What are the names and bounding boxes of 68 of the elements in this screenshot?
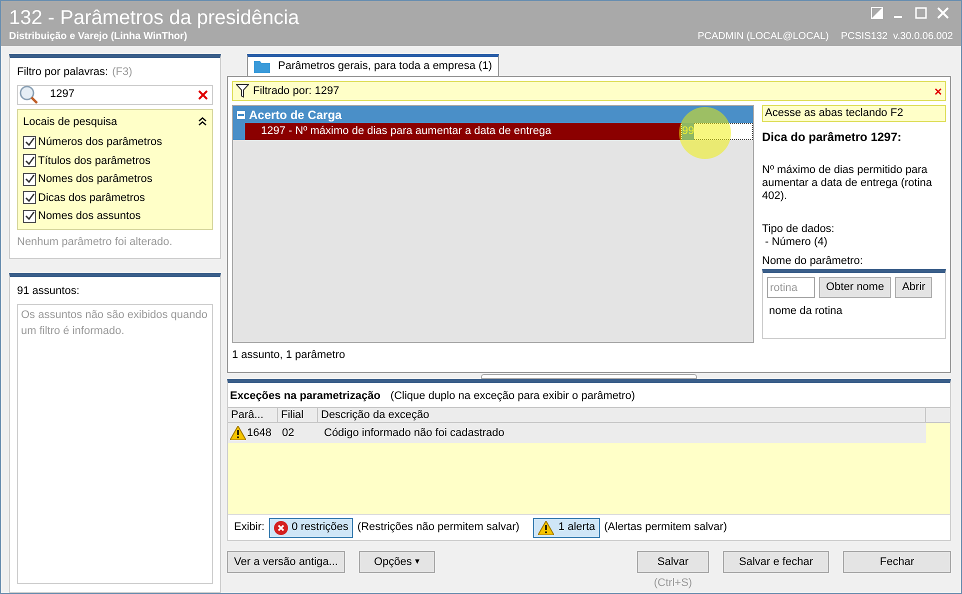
warning-icon <box>230 426 246 440</box>
filter-text: Filtrado por: 1297 <box>253 84 340 99</box>
checkbox[interactable] <box>23 191 36 204</box>
checkbox-label: Nomes dos assuntos <box>38 209 141 224</box>
tip-title: Dica do parâmetro 1297: <box>762 129 902 146</box>
close-filter-button[interactable]: × <box>934 84 942 98</box>
routine-name: nome da rotina <box>768 304 844 319</box>
type-value: - Número (4) <box>764 236 828 249</box>
search-icon <box>18 84 40 104</box>
table-cell-text: Código informado não foi cadastrado <box>323 426 504 441</box>
subjects-title: 91 assuntos: <box>17 284 80 299</box>
funnel-icon <box>236 84 249 98</box>
checkbox-label: Dicas dos parâmetros <box>38 190 145 206</box>
checkbox[interactable] <box>23 154 36 168</box>
column-header[interactable]: Parâ... <box>228 408 278 422</box>
exceptions-title: Exceções na parametrização <box>230 389 380 404</box>
window-subtitle: Distribuição e Varejo (Linha WinThor) <box>9 31 188 43</box>
action-button[interactable]: Salvar <box>637 551 709 573</box>
exception-filter-button[interactable]: 0 restrições <box>268 518 354 538</box>
tip-description: Nº máximo de dias permitido para aumentar a data de entrega (rotina 402). <box>762 164 934 203</box>
search-value: 1297 <box>50 87 76 102</box>
filter-note: (Alertas permitem salvar) <box>604 520 727 536</box>
parameter-row[interactable]: 1297 - Nº máximo de dias para aumentar a data de entrega <box>245 123 681 140</box>
clear-icon[interactable] <box>198 90 208 100</box>
search-field[interactable]: 1297 <box>17 84 213 104</box>
exception-row[interactable]: 1648 02 Código informado não foi cadastrado <box>228 423 926 443</box>
search-locations-title: Locais de pesquisa <box>23 114 118 130</box>
version-label: PCSIS132 v.30.0.06.002 <box>840 31 953 43</box>
column-header[interactable]: Descrição da exceção <box>318 408 926 422</box>
type-label: Tipo de dados: <box>762 223 836 236</box>
checkbox[interactable] <box>23 136 36 149</box>
action-button[interactable]: Fechar <box>843 551 951 573</box>
warning-icon <box>538 520 554 534</box>
window-title: 132 - Parâmetros da presidência <box>9 6 300 31</box>
options-button[interactable]: Opções ▾ <box>358 551 435 573</box>
cursor-highlight <box>679 107 731 159</box>
old-version-button[interactable]: Ver a versão antiga... <box>227 551 345 573</box>
routine-button[interactable]: Abrir <box>895 277 932 298</box>
tab[interactable]: Parâmetros gerais, para toda a empresa (1) <box>247 54 499 76</box>
checkbox[interactable] <box>23 172 36 186</box>
checkbox-label: Títulos dos parâmetros <box>38 154 150 168</box>
table-cell-text: 1648 <box>247 426 272 441</box>
collapse-icon[interactable] <box>198 117 207 126</box>
changes-note: Nenhum parâmetro foi alterado. <box>17 234 174 250</box>
column-header[interactable]: Filial <box>278 408 318 422</box>
user-info: PCADMIN (LOCAL@LOCAL) <box>698 31 829 43</box>
exception-filter-button[interactable]: 1 alerta <box>533 518 600 538</box>
splitter-handle[interactable] <box>481 374 697 378</box>
filter-note: (Restrições não permitem salvar) <box>357 520 520 536</box>
shortcut-label: (F3) <box>112 65 132 80</box>
routine-field[interactable]: rotina <box>767 277 815 298</box>
shortcut-hint: (Ctrl+S) <box>654 576 692 591</box>
folder-icon <box>254 60 270 73</box>
checkbox[interactable] <box>23 210 36 223</box>
status-text: 1 assunto, 1 parâmetro <box>232 348 346 363</box>
tip-hint: Acesse as abas teclando F2 <box>762 105 946 122</box>
checkbox-label: Nomes dos parâmetros <box>38 172 152 187</box>
routine-button[interactable]: Obter nome <box>819 277 892 298</box>
name-label: Nome do parâmetro: <box>762 255 864 267</box>
expander-icon[interactable] <box>237 110 245 118</box>
show-label: Exibir: <box>234 520 265 536</box>
filter-label: Filtro por palavras: <box>17 65 108 80</box>
table-cell-text: 02 <box>281 426 296 441</box>
action-button[interactable]: Salvar e fechar <box>723 551 829 573</box>
checkbox-label: Números dos parâmetros <box>38 135 162 150</box>
subjects-note: Os assuntos não são exibidos quando um filtro é informado. <box>21 308 209 339</box>
error-icon <box>274 520 288 534</box>
exceptions-hint: (Clique duplo na exceção para exibir o parâmetro) <box>390 389 635 404</box>
